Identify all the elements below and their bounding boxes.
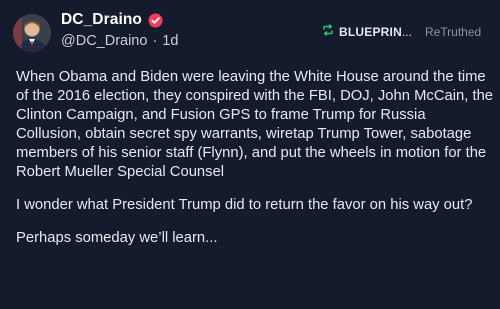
post-card: DC_Draino @DC_Draino · 1d BLUEPRIN ... R… xyxy=(0,0,500,309)
retruth-indicator[interactable]: BLUEPRIN ... ReTruthed xyxy=(322,24,481,39)
retruth-icon xyxy=(322,24,334,39)
retruth-label: ReTruthed xyxy=(424,24,482,39)
post-timestamp[interactable]: 1d xyxy=(162,33,178,49)
meta-separator: · xyxy=(152,33,158,49)
retruth-username[interactable]: BLUEPRIN xyxy=(339,25,402,39)
author-name-row: DC_Draino xyxy=(61,11,163,29)
post-paragraph: I wonder what President Trump did to ret… xyxy=(16,197,473,213)
post-body: When Obama and Biden were leaving the Wh… xyxy=(16,68,494,262)
verified-badge-icon xyxy=(148,13,163,28)
author-handle[interactable]: @DC_Draino xyxy=(61,33,147,49)
retruth-username-ellipsis: ... xyxy=(401,24,412,39)
avatar[interactable] xyxy=(13,14,51,52)
author-meta: @DC_Draino · 1d xyxy=(61,33,178,49)
post-paragraph: Perhaps someday we’ll learn... xyxy=(16,230,218,246)
post-paragraph: When Obama and Biden were leaving the Wh… xyxy=(16,69,494,180)
author-display-name[interactable]: DC_Draino xyxy=(61,11,142,29)
